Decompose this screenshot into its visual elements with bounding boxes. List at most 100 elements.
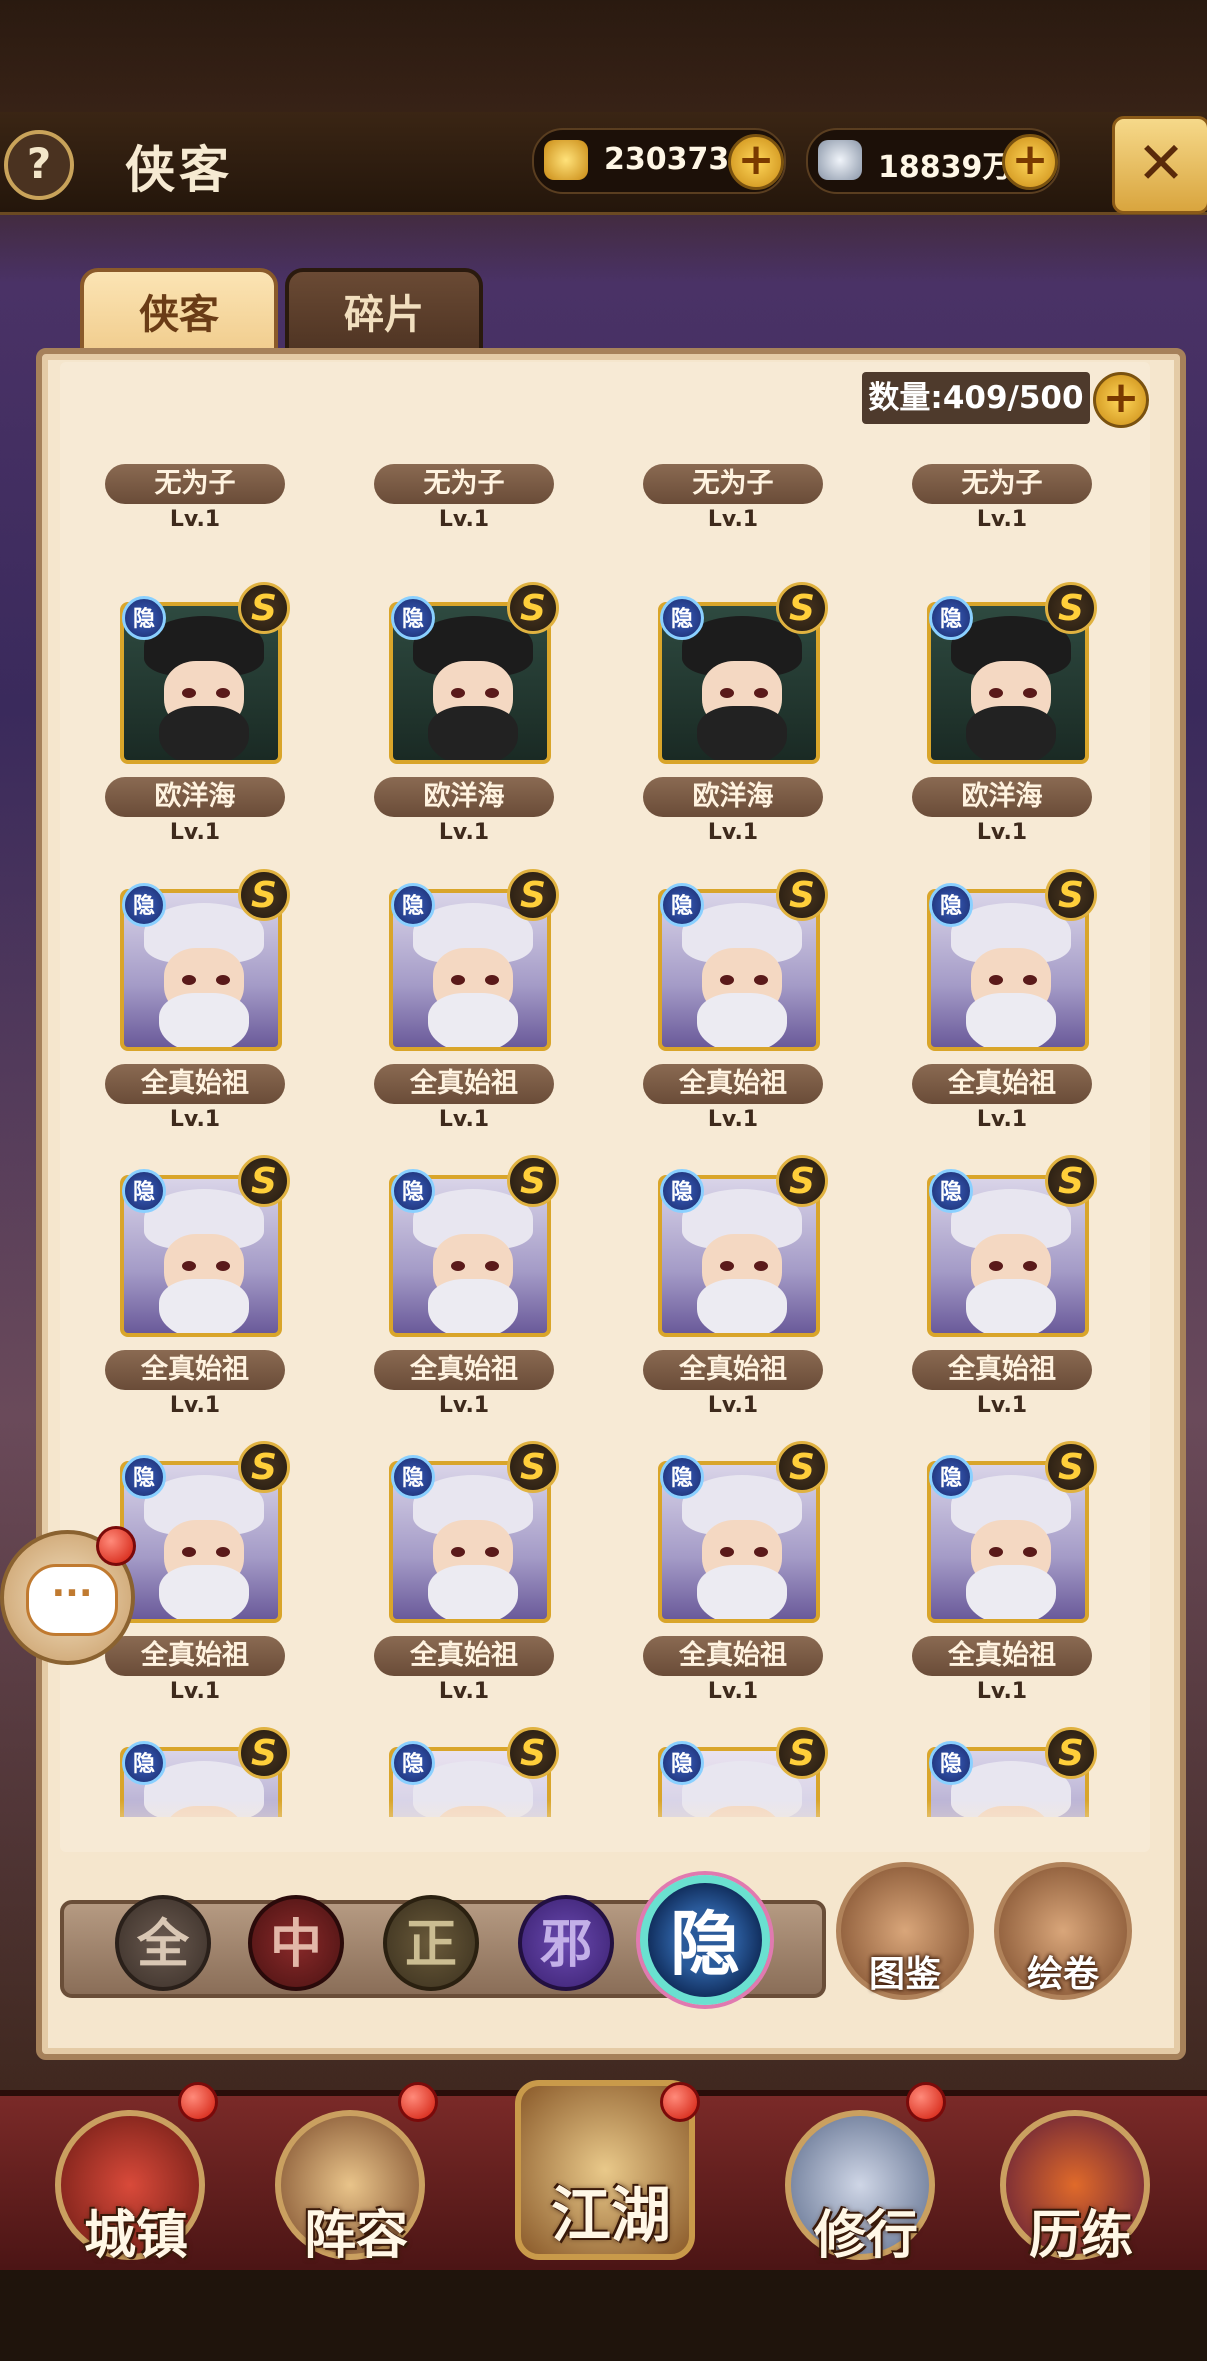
hero-card[interactable]: 隐S bbox=[100, 582, 290, 772]
filter-neutral-button[interactable]: 中 bbox=[248, 1895, 344, 1991]
hidden-badge-icon: 隐 bbox=[929, 883, 973, 927]
nav-training-button[interactable]: 历练 bbox=[1000, 2110, 1150, 2266]
nav-town-label: 城镇 bbox=[83, 2205, 188, 2266]
add-gold-button[interactable]: + bbox=[728, 134, 784, 190]
nav-cultivate-badge bbox=[906, 2082, 946, 2122]
rank-s-icon: S bbox=[776, 1441, 828, 1493]
rank-s-icon: S bbox=[1045, 1441, 1097, 1493]
filter-hidden-button[interactable]: 隐 bbox=[640, 1875, 770, 2005]
hero-card[interactable]: 隐S bbox=[907, 1155, 1097, 1345]
rank-s-icon: S bbox=[238, 582, 290, 634]
hero-name: 全真始祖 bbox=[374, 1636, 554, 1676]
hero-level: Lv.1 bbox=[976, 1679, 1028, 1704]
hero-level: Lv.1 bbox=[438, 507, 490, 532]
nav-cultivate-button[interactable]: 修行 bbox=[785, 2110, 935, 2266]
rank-s-icon: S bbox=[776, 869, 828, 921]
rank-s-icon: S bbox=[776, 582, 828, 634]
silver-value: 18839万 bbox=[878, 150, 1013, 185]
hidden-badge-icon: 隐 bbox=[391, 1455, 435, 1499]
hidden-badge-icon: 隐 bbox=[391, 1741, 435, 1785]
hero-level: Lv.1 bbox=[169, 507, 221, 532]
rank-s-icon: S bbox=[776, 1155, 828, 1207]
hero-card[interactable]: 隐S bbox=[369, 869, 559, 1059]
chat-notification-dot bbox=[96, 1526, 136, 1566]
hidden-badge-icon: 隐 bbox=[391, 596, 435, 640]
scroll-label: 绘卷 bbox=[1026, 1953, 1099, 1995]
hidden-badge-icon: 隐 bbox=[929, 1741, 973, 1785]
rank-s-icon: S bbox=[507, 1155, 559, 1207]
hero-card[interactable]: 隐S bbox=[638, 869, 828, 1059]
hero-level: Lv.1 bbox=[707, 820, 759, 845]
hero-level: Lv.1 bbox=[976, 820, 1028, 845]
hero-card[interactable]: 隐S bbox=[638, 582, 828, 772]
hero-level: Lv.1 bbox=[169, 820, 221, 845]
hero-card[interactable]: 隐S bbox=[907, 582, 1097, 772]
hero-name: 全真始祖 bbox=[643, 1350, 823, 1390]
rank-s-icon: S bbox=[1045, 1727, 1097, 1779]
nav-training-label: 历练 bbox=[1028, 2205, 1133, 2266]
hero-card[interactable]: 隐S bbox=[907, 1441, 1097, 1631]
rank-s-icon: S bbox=[238, 1441, 290, 1493]
silver-ingot-icon bbox=[818, 140, 862, 180]
hero-name: 全真始祖 bbox=[374, 1350, 554, 1390]
nav-town-button[interactable]: 城镇 bbox=[55, 2110, 205, 2266]
list-fade bbox=[80, 1800, 1140, 1850]
hero-card[interactable]: 隐S bbox=[100, 1155, 290, 1345]
nav-lineup-button[interactable]: 阵容 bbox=[275, 2110, 425, 2266]
add-silver-button[interactable]: + bbox=[1002, 134, 1058, 190]
filter-all-button[interactable]: 全 bbox=[115, 1895, 211, 1991]
rank-s-icon: S bbox=[1045, 582, 1097, 634]
hidden-badge-icon: 隐 bbox=[122, 596, 166, 640]
hero-card[interactable]: 隐S bbox=[638, 1155, 828, 1345]
hero-level: Lv.1 bbox=[438, 1393, 490, 1418]
nav-lineup-label: 阵容 bbox=[303, 2205, 408, 2266]
expand-capacity-button[interactable]: + bbox=[1093, 372, 1149, 428]
hidden-badge-icon: 隐 bbox=[122, 1169, 166, 1213]
gold-value: 230373 bbox=[604, 142, 730, 177]
hero-name: 无为子 bbox=[912, 464, 1092, 504]
nav-footer bbox=[0, 2270, 1207, 2361]
page-title: 侠客 bbox=[125, 140, 233, 199]
hidden-badge-icon: 隐 bbox=[122, 1741, 166, 1785]
hero-level: Lv.1 bbox=[976, 507, 1028, 532]
hero-level: Lv.1 bbox=[707, 507, 759, 532]
help-button[interactable]: ? bbox=[4, 130, 74, 200]
hero-card[interactable]: 隐S bbox=[369, 582, 559, 772]
hero-name: 全真始祖 bbox=[912, 1064, 1092, 1104]
hero-count: 数量:409/500 bbox=[862, 372, 1090, 424]
hero-level: Lv.1 bbox=[169, 1107, 221, 1132]
rank-s-icon: S bbox=[507, 582, 559, 634]
hero-name: 全真始祖 bbox=[105, 1636, 285, 1676]
codex-label: 图鉴 bbox=[868, 1953, 941, 1995]
hero-card[interactable]: 隐S bbox=[907, 869, 1097, 1059]
hero-grid[interactable]: 无为子 Lv.1 无为子 Lv.1 无为子 Lv.1 无为子 Lv.1 隐 S 欧洋海 Lv.1 隐 S 欧… bbox=[80, 462, 1140, 1817]
hidden-badge-icon: 隐 bbox=[929, 596, 973, 640]
hidden-badge-icon: 隐 bbox=[660, 596, 704, 640]
hidden-badge-icon: 隐 bbox=[660, 1455, 704, 1499]
hero-name: 无为子 bbox=[105, 464, 285, 504]
hero-name: 全真始祖 bbox=[105, 1064, 285, 1104]
hidden-badge-icon: 隐 bbox=[122, 883, 166, 927]
hero-level: Lv.1 bbox=[438, 1107, 490, 1132]
nav-lineup-badge bbox=[398, 2082, 438, 2122]
rank-s-icon: S bbox=[776, 1727, 828, 1779]
close-button[interactable]: ✕ bbox=[1112, 116, 1207, 214]
hero-card[interactable]: 隐S bbox=[369, 1441, 559, 1631]
hidden-badge-icon: 隐 bbox=[660, 1169, 704, 1213]
gold-ingot-icon bbox=[544, 140, 588, 180]
hero-level: Lv.1 bbox=[976, 1393, 1028, 1418]
hidden-badge-icon: 隐 bbox=[929, 1455, 973, 1499]
codex-button[interactable]: 图鉴 bbox=[836, 1862, 974, 2000]
hero-name: 欧洋海 bbox=[105, 777, 285, 817]
hero-name: 无为子 bbox=[374, 464, 554, 504]
hero-card[interactable]: 隐S bbox=[100, 869, 290, 1059]
filter-righteous-button[interactable]: 正 bbox=[383, 1895, 479, 1991]
hero-level: Lv.1 bbox=[169, 1393, 221, 1418]
hero-name: 全真始祖 bbox=[912, 1350, 1092, 1390]
filter-evil-button[interactable]: 邪 bbox=[518, 1895, 614, 1991]
scroll-button[interactable]: 绘卷 bbox=[994, 1862, 1132, 2000]
hero-card[interactable]: 隐S bbox=[638, 1441, 828, 1631]
hero-name: 全真始祖 bbox=[912, 1636, 1092, 1676]
hero-card[interactable]: 隐S bbox=[369, 1155, 559, 1345]
hero-name: 全真始祖 bbox=[643, 1636, 823, 1676]
